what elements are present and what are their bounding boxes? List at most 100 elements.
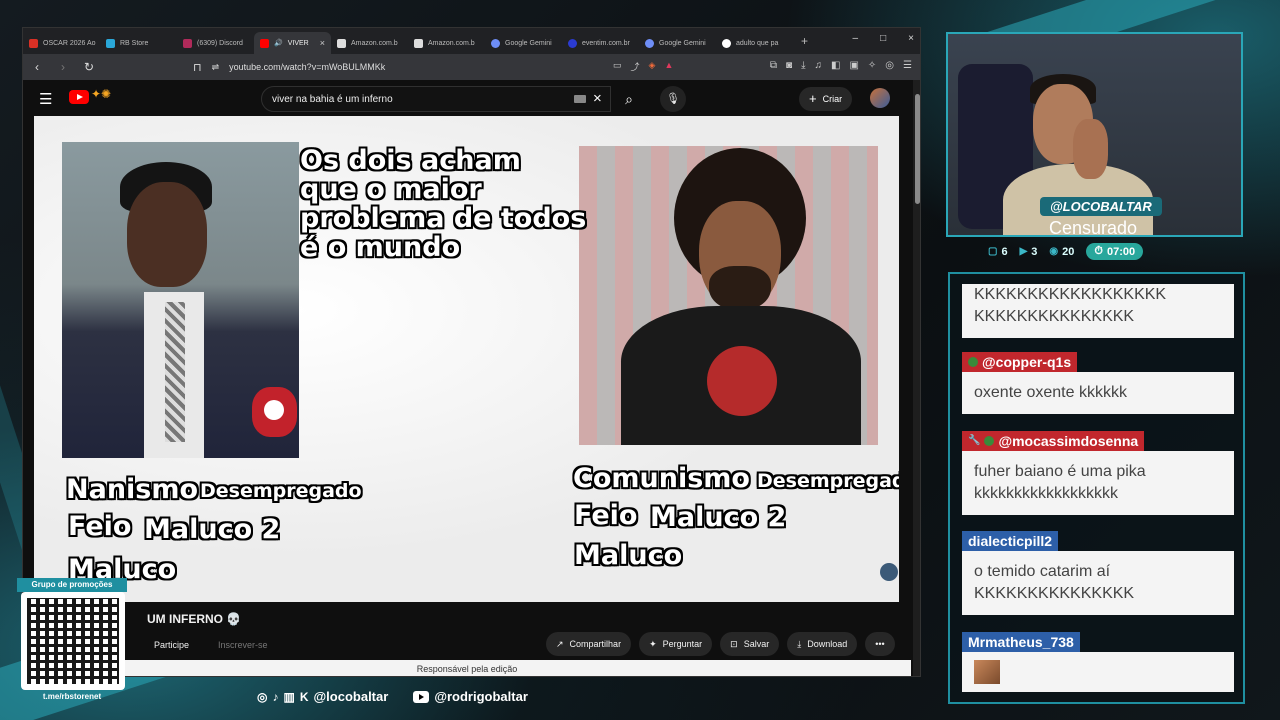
browser-tab[interactable]: Google Gemini	[485, 32, 562, 54]
tab-favicon-icon	[722, 38, 731, 48]
download-icon[interactable]: ⤓	[801, 60, 805, 71]
share-icon[interactable]: ⤴	[631, 60, 640, 73]
save-button[interactable]: ⊡ Salvar	[720, 632, 780, 656]
badge-icon	[968, 357, 978, 367]
microphone-icon[interactable]: 🎙	[660, 86, 686, 112]
social-handles: ◎ ♪ ▥ K @locobaltar @rodrigobaltar	[257, 689, 528, 704]
webcam-panel: @LOCOBALTAR Censurado ▢ 6 ▶ 3 ◉ 20 ⏱ 07:00	[943, 29, 1247, 269]
browser-tab[interactable]: adulto que pa	[716, 32, 793, 54]
meme-label: Maluco 2	[650, 502, 787, 533]
browser-tab[interactable]: RB Store	[100, 32, 177, 54]
meme-label: Feio	[68, 511, 132, 542]
maximize-button[interactable]: □	[880, 33, 886, 44]
social-handle: @locobaltar	[313, 689, 389, 704]
cast-icon[interactable]: ▭	[613, 60, 622, 73]
tab-close-icon[interactable]: ×	[320, 38, 325, 48]
tab-favicon-icon	[491, 38, 500, 48]
channel-watermark-icon[interactable]	[880, 563, 898, 581]
keyboard-icon[interactable]	[574, 95, 586, 103]
credits-bar: Responsável pela edição	[23, 660, 911, 676]
tab-label: VIVER	[287, 39, 309, 47]
more-actions-button[interactable]: •••	[865, 632, 895, 656]
browser-tab[interactable]: Google Gemini	[639, 32, 716, 54]
close-window-button[interactable]: ×	[908, 33, 914, 44]
stat-value: 6	[1001, 245, 1008, 258]
caption-line: Os dois acham	[300, 145, 521, 176]
search-button[interactable]: ⌕	[611, 86, 647, 112]
subscribe-button[interactable]: Inscrever-se	[218, 640, 268, 650]
browser-tab[interactable]: OSCAR 2026 Ao	[23, 32, 100, 54]
meme-label: Desempregado	[757, 470, 899, 492]
tab-strip: OSCAR 2026 Ao RB Store (6309) Discord 🔊 V…	[23, 28, 920, 54]
page-scrollbar[interactable]	[913, 80, 920, 676]
rewards-icon[interactable]: ▲	[664, 60, 673, 73]
share-icon: ↗	[556, 638, 564, 649]
speaker-icon: 🔊	[274, 40, 283, 47]
reload-button[interactable]: ↻	[81, 60, 97, 74]
username-text: dialecticpill2	[968, 533, 1053, 549]
tab-label: Amazon.com.b	[351, 39, 398, 47]
browser-tab[interactable]: Amazon.com.b	[331, 32, 408, 54]
meme-label: Maluco 2	[144, 514, 281, 545]
create-button[interactable]: + Criar	[799, 87, 853, 111]
caption-line: é o mundo	[300, 232, 461, 263]
menu-icon[interactable]: ☰	[903, 60, 912, 71]
download-button[interactable]: ⤓ Download	[787, 632, 858, 656]
youtube-doodle-icon[interactable]: ✦✺	[91, 87, 111, 101]
chat-count: ▢ 6	[988, 246, 1008, 258]
youtube-count: ▶ 3	[1020, 246, 1038, 258]
chat-username: 🔧 @mocassimdosenna	[962, 430, 1145, 451]
hamburger-menu-icon[interactable]: ☰	[39, 90, 52, 108]
tab-favicon-icon	[568, 38, 577, 48]
timer-value: 07:00	[1106, 245, 1136, 258]
url-text[interactable]: youtube.com/watch?v=mWoBULMMKk	[229, 62, 385, 72]
wallet-icon[interactable]: ▣	[849, 60, 858, 71]
meme-label: Maluco	[574, 540, 683, 571]
youtube-logo[interactable]	[69, 90, 89, 104]
clear-search-icon[interactable]: ×	[593, 90, 602, 107]
browser-tab[interactable]: eventim.com.br	[562, 32, 639, 54]
avatar[interactable]	[870, 88, 890, 108]
search-input[interactable]: viver na bahia é um inferno ×	[261, 86, 611, 112]
webcam-feed: @LOCOBALTAR	[946, 32, 1243, 237]
music-icon[interactable]: ♫	[815, 60, 823, 71]
extension-icon[interactable]: ⧉	[770, 60, 777, 71]
tab-label: Google Gemini	[659, 39, 706, 47]
username-text: Mrmatheus_738	[968, 634, 1074, 650]
site-info-icon[interactable]: ⇌	[212, 62, 220, 73]
sidebar-icon[interactable]: ◧	[831, 60, 840, 71]
new-tab-button[interactable]: +	[801, 34, 808, 48]
video-player[interactable]: Os dois acham que o maior problema de to…	[34, 116, 899, 602]
share-button[interactable]: ↗ Compartilhar	[546, 632, 632, 656]
stream-stats: ▢ 6 ▶ 3 ◉ 20 ⏱ 07:00	[988, 243, 1144, 260]
browser-tab-active[interactable]: 🔊 VIVER ×	[254, 32, 331, 54]
plus-icon: +	[809, 91, 817, 106]
meme-label: Comunismo	[573, 463, 750, 494]
ask-button[interactable]: ✦ Perguntar	[639, 632, 713, 656]
browser-tab[interactable]: (6309) Discord	[177, 32, 254, 54]
join-button[interactable]: Participe	[154, 640, 189, 650]
bookmark-icon[interactable]: ⊓	[193, 61, 202, 74]
action-label: Salvar	[743, 639, 770, 649]
meme-label: Feio	[574, 500, 638, 531]
brave-shield-icon[interactable]: ◈	[649, 60, 656, 73]
forward-button[interactable]: ›	[55, 60, 71, 74]
camera-icon[interactable]: ◙	[786, 60, 792, 71]
tab-favicon-icon	[260, 38, 269, 48]
tab-label: RB Store	[120, 39, 149, 47]
streamer-name: @LOCOBALTAR	[1040, 197, 1162, 216]
leo-icon[interactable]: ✧	[868, 60, 876, 71]
browser-tab[interactable]: Amazon.com.b	[408, 32, 485, 54]
scrollbar-thumb[interactable]	[915, 94, 920, 204]
back-button[interactable]: ‹	[29, 60, 45, 74]
youtube-header: ☰ ✦✺ viver na bahia é um inferno × ⌕ 🎙 +…	[23, 80, 913, 116]
chat-username: Mrmatheus_738	[962, 632, 1080, 652]
qr-link: t.me/rbstorenet	[42, 692, 102, 701]
vpn-icon[interactable]: ◎	[885, 60, 894, 71]
photo-detail	[127, 182, 207, 287]
search-query[interactable]: viver na bahia é um inferno	[272, 94, 393, 105]
minimize-button[interactable]: –	[853, 33, 859, 44]
chat-message: dialecticpill2 o temido catarim aí KKKKK…	[962, 531, 1234, 615]
save-icon: ⊡	[730, 638, 738, 649]
tab-favicon-icon	[183, 38, 192, 48]
